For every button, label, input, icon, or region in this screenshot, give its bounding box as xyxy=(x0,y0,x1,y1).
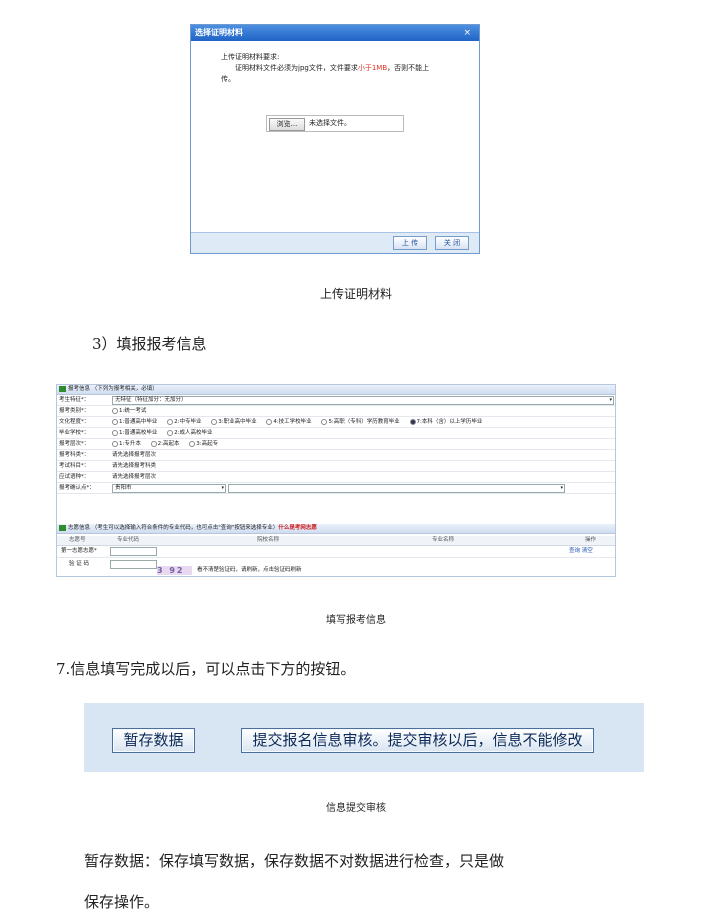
form-row: 报考确认点*： 贵阳市 ▾ ▾ xyxy=(57,483,615,494)
submit-bar: 暂存数据 提交报名信息审核。提交审核以后，信息不能修改 xyxy=(84,703,644,772)
browse-button[interactable]: 浏览... xyxy=(269,118,305,131)
wish-label: 第一志愿志愿* xyxy=(61,548,97,554)
field-label: 报考层次*： xyxy=(59,441,90,447)
form-row: 考试科目*： 请先选择报考科类 xyxy=(57,461,615,472)
field-label: 应试语种*： xyxy=(59,474,90,480)
section-title: 报考信息 （下列为报考相关，必填） xyxy=(68,386,158,392)
section-header-exam-info: 报考信息 （下列为报考相关，必填） xyxy=(57,385,615,395)
column-header: 专业名称 xyxy=(432,537,455,543)
registration-form: 报考信息 （下列为报考相关，必填） 考生特征*： 无特征（特征加分：无加分） ▾… xyxy=(56,384,616,577)
field-label: 考生特征*： xyxy=(59,397,90,403)
paragraph-line2: 保存操作。 xyxy=(84,893,160,911)
chevron-down-icon: ▾ xyxy=(609,397,612,403)
radio-option[interactable]: 2:中专毕业 xyxy=(167,418,201,425)
radio-option[interactable]: 1:普通高校毕业 xyxy=(112,429,157,436)
upload-button[interactable]: 上 传 xyxy=(393,236,427,250)
form-row: 报考科类*： 请先选择报考层次 xyxy=(57,450,615,461)
section-help-link[interactable]: 什么是考网志愿 xyxy=(278,525,317,531)
requirement-text-post: ，否则不能上 xyxy=(387,64,430,72)
chevron-down-icon: ▾ xyxy=(560,485,563,491)
form-row: 文化程度*： 1:普通高中毕业 2:中专毕业 3:职业高中毕业 4:技工学校毕业… xyxy=(57,417,615,428)
select-value: 无特征（特征加分：无加分） xyxy=(115,397,187,403)
field-label: 报考科类*： xyxy=(59,452,90,458)
form-row: 报考类别*： 1:统一考试 xyxy=(57,406,615,417)
paragraph-line1: 暂存数据：保存填写数据，保存数据不对数据进行检查，只是做 xyxy=(84,852,505,870)
upload-dialog: 选择证明材料 × 上传证明材料要求: 证明材料文件必须为jpg文件，文件要求小于… xyxy=(190,24,480,254)
field-label: 文化程度*： xyxy=(59,419,90,425)
radio-group: 1:统一考试 xyxy=(112,406,154,416)
heading-step3: 3）填报报考信息 xyxy=(92,335,207,353)
caption-upload: 上传证明材料 xyxy=(319,287,392,301)
major-code-input[interactable] xyxy=(110,547,157,556)
caption-form: 填写报考信息 xyxy=(326,615,386,626)
radio-option[interactable]: 1:统一考试 xyxy=(112,407,146,414)
radio-group: 1:普通高校毕业 2:成人高校毕业 xyxy=(112,428,220,438)
requirement-size-limit: 小于1MB xyxy=(357,64,388,72)
save-temp-button[interactable]: 暂存数据 xyxy=(112,728,195,753)
radio-group: 1:普通高中毕业 2:中专毕业 3:职业高中毕业 4:技工学校毕业 5:高职（专… xyxy=(112,417,490,427)
site-select[interactable]: ▾ xyxy=(228,484,565,493)
captcha-input[interactable] xyxy=(110,560,157,569)
captcha-row: 验 证 码 xyxy=(57,558,615,570)
radio-option[interactable]: 3:高起专 xyxy=(189,440,218,447)
section-title: 志愿信息 （考生可以选择输入符合条件的专业代码，也可点击"查询"按钮来选择专业） xyxy=(68,525,279,531)
row-actions[interactable]: 查询 清空 xyxy=(569,546,593,556)
radio-option[interactable]: 1:普通高中毕业 xyxy=(112,418,157,425)
radio-option[interactable]: 1:专升本 xyxy=(112,440,141,447)
submit-review-button[interactable]: 提交报名信息审核。提交审核以后，信息不能修改 xyxy=(241,728,594,753)
file-input[interactable]: 浏览... 未选择文件。 xyxy=(266,115,404,132)
section-icon xyxy=(59,385,66,392)
requirement-heading: 上传证明材料要求: xyxy=(221,53,280,61)
radio-option[interactable]: 5:高职（专科）学历教育毕业 xyxy=(321,418,400,425)
field-label: 毕业学校*： xyxy=(59,430,90,436)
column-header: 专业代码 xyxy=(117,537,140,543)
requirement-text-pre: 证明材料文件必须为jpg文件，文件要求 xyxy=(235,64,358,72)
field-label: 考试科目*： xyxy=(59,463,90,469)
radio-option[interactable]: 2:成人高校毕业 xyxy=(167,429,212,436)
captcha-image[interactable]: 3 92 xyxy=(157,566,192,575)
no-file-text: 未选择文件。 xyxy=(309,119,351,127)
radio-option[interactable]: 4:技工学校毕业 xyxy=(266,418,312,425)
requirement-text-end: 传。 xyxy=(221,75,235,83)
field-label: 报考确认点*： xyxy=(59,485,95,491)
close-button[interactable]: 关 闭 xyxy=(435,236,469,250)
chevron-down-icon: ▾ xyxy=(221,485,224,491)
form-row: 应试语种*： 请先选择报考层次 xyxy=(57,472,615,483)
form-row: 报考层次*： 1:专升本 2:高起本 3:高起专 xyxy=(57,439,615,450)
select-value: 贵阳市 xyxy=(115,485,132,491)
column-header: 院校名称 xyxy=(257,537,280,543)
table-header: 志愿号 专业代码 院校名称 专业名称 操作 xyxy=(57,536,615,546)
feature-select[interactable]: 无特征（特征加分：无加分） ▾ xyxy=(112,396,614,405)
captcha-hint: 看不清楚验证码，请刷新，点击验证码刷新 xyxy=(197,567,302,573)
captcha-label: 验 证 码 xyxy=(69,561,89,567)
column-header: 志愿号 xyxy=(69,537,86,543)
close-icon[interactable]: × xyxy=(463,25,471,41)
form-row: 考生特征*： 无特征（特征加分：无加分） ▾ xyxy=(57,395,615,406)
radio-group: 1:专升本 2:高起本 3:高起专 xyxy=(112,439,226,449)
dialog-title: 选择证明材料 xyxy=(191,25,479,41)
column-header: 操作 xyxy=(585,537,597,543)
field-label: 报考类别*： xyxy=(59,408,90,414)
radio-option[interactable]: 2:高起本 xyxy=(150,440,179,447)
dialog-footer: 上 传 关 闭 xyxy=(191,232,479,253)
form-row: 毕业学校*： 1:普通高校毕业 2:成人高校毕业 xyxy=(57,428,615,439)
section-icon xyxy=(59,524,66,531)
field-value: 请先选择报考层次 xyxy=(112,452,157,458)
city-select[interactable]: 贵阳市 ▾ xyxy=(112,484,226,493)
radio-option[interactable]: 3:职业高中毕业 xyxy=(211,418,257,425)
radio-option-selected[interactable]: 7:本科（含）以上学历毕业 xyxy=(409,418,482,425)
requirement-text: 证明材料文件必须为jpg文件，文件要求小于1MB，否则不能上 xyxy=(235,63,429,73)
field-value: 请先选择报考层次 xyxy=(112,474,157,480)
heading-step7: 7.信息填写完成以后，可以点击下方的按钮。 xyxy=(56,660,356,678)
table-row: 第一志愿志愿* 查询 清空 xyxy=(57,546,615,558)
caption-submit: 信息提交审核 xyxy=(326,803,386,814)
field-value: 请先选择报考科类 xyxy=(112,463,157,469)
section-header-wishes: 志愿信息 （考生可以选择输入符合条件的专业代码，也可点击"查询"按钮来选择专业）… xyxy=(57,524,615,534)
